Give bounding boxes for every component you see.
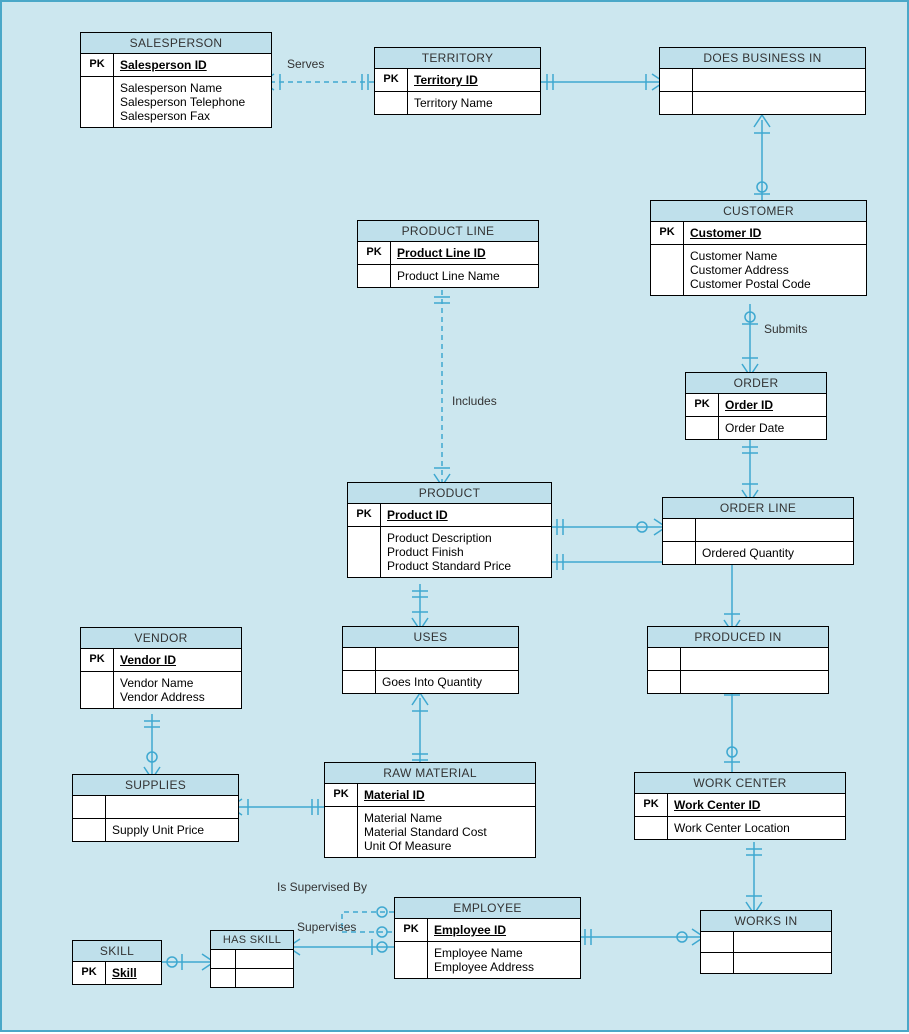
attr: Salesperson Fax <box>120 109 265 123</box>
entity-salesperson: SALESPERSON PK Salesperson ID Salesperso… <box>80 32 272 128</box>
label-supervises: Supervises <box>297 920 356 934</box>
label-includes: Includes <box>452 394 497 408</box>
entity-order-line: ORDER LINE Ordered Quantity <box>662 497 854 565</box>
entity-customer: CUSTOMER PK Customer ID Customer Name Cu… <box>650 200 867 296</box>
entity-works-in: WORKS IN <box>700 910 832 974</box>
entity-title: TERRITORY <box>375 48 540 69</box>
entity-skill: SKILL PK Skill <box>72 940 162 985</box>
entity-product: PRODUCT PK Product ID Product Descriptio… <box>347 482 552 578</box>
er-diagram-canvas: SALESPERSON PK Salesperson ID Salesperso… <box>0 0 909 1032</box>
entity-produced-in: PRODUCED IN <box>647 626 829 694</box>
attr: Salesperson Telephone <box>120 95 265 109</box>
entity-raw-material: RAW MATERIAL PK Material ID Material Nam… <box>324 762 536 858</box>
entity-title: SALESPERSON <box>81 33 271 54</box>
entity-vendor: VENDOR PK Vendor ID Vendor Name Vendor A… <box>80 627 242 709</box>
entity-product-line: PRODUCT LINE PK Product Line ID Product … <box>357 220 539 288</box>
pk-attr: Salesperson ID <box>114 54 271 76</box>
label-serves: Serves <box>287 57 324 71</box>
label-is-supervised-by: Is Supervised By <box>277 880 367 894</box>
entity-order: ORDER PK Order ID Order Date <box>685 372 827 440</box>
entity-does-business-in: DOES BUSINESS IN <box>659 47 866 115</box>
entity-work-center: WORK CENTER PK Work Center ID Work Cente… <box>634 772 846 840</box>
entity-uses: USES Goes Into Quantity <box>342 626 519 694</box>
entity-employee: EMPLOYEE PK Employee ID Employee Name Em… <box>394 897 581 979</box>
entity-has-skill: HAS SKILL <box>210 930 294 988</box>
entity-territory: TERRITORY PK Territory ID Territory Name <box>374 47 541 115</box>
label-submits: Submits <box>764 322 807 336</box>
attr: Salesperson Name <box>120 81 265 95</box>
entity-supplies: SUPPLIES Supply Unit Price <box>72 774 239 842</box>
pk-label: PK <box>81 54 114 76</box>
